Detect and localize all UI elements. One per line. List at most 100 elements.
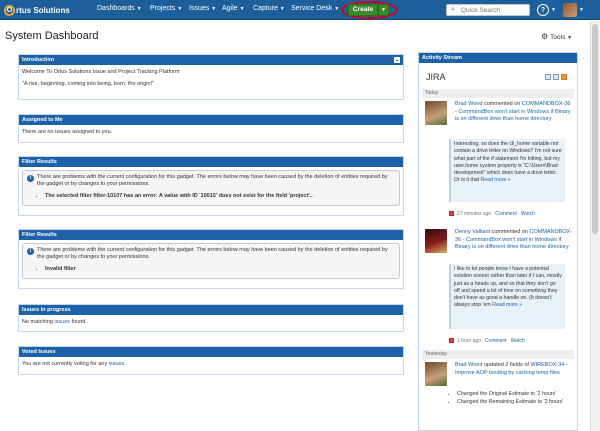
progress-text-end: found. [71, 319, 87, 325]
activity-entry-text: Brad Wood updated 2 fields of WIREBOX-34… [455, 362, 573, 377]
nav-label: Issues [189, 5, 210, 12]
gadget-header: Activity Stream [419, 53, 577, 63]
change-item: Changed the Remaining Estimate to '2 hou… [457, 399, 567, 407]
ortus-logo[interactable]: O rtus Solutions [4, 3, 70, 17]
chevron-down-icon: ▼ [211, 6, 217, 12]
gadget-title: Filter Results [22, 159, 57, 165]
activity-action: commented on [483, 101, 521, 107]
tools-menu[interactable]: ⚙ Tools ▼ [541, 32, 572, 41]
watch-link[interactable]: Watch [511, 338, 525, 344]
day-separator-yesterday: Yesterday [422, 350, 574, 359]
rss-icon[interactable] [561, 74, 567, 80]
activity-view-icons [545, 74, 567, 80]
top-navigation-bar: O rtus Solutions Dashboards ▼ Projects ▼ I… [0, 0, 600, 20]
gadget-title: Introduction [22, 57, 55, 63]
gear-icon: ⚙ [541, 32, 549, 41]
gadget-header: Introduction [19, 55, 403, 65]
warning-message: There are problems with the current conf… [37, 174, 388, 187]
intro-quote-text: "A rise, beginning, coming into being, b… [22, 81, 155, 87]
user-avatar[interactable] [563, 3, 577, 17]
nav-label: Dashboards [97, 5, 135, 12]
activity-user-link[interactable]: Brad Wood [455, 101, 482, 107]
quick-search-input[interactable] [461, 6, 527, 15]
nav-agile[interactable]: Agile ▼ [222, 5, 245, 12]
activity-time: 27 minutes ago [457, 211, 492, 217]
chevron-down-icon: ▼ [334, 6, 340, 12]
gadget-header: Filter Results [19, 230, 403, 240]
activity-comment-quote: I like to let people know I have a poten… [449, 264, 565, 329]
create-button[interactable]: Create [348, 4, 378, 16]
quick-search[interactable]: ⌕ [446, 4, 530, 16]
day-separator-today: Today [422, 89, 574, 98]
nav-label: Projects [150, 5, 176, 12]
help-button[interactable]: ? [537, 4, 549, 16]
info-icon: i [27, 248, 34, 255]
gadget-header: Issues in progress [19, 305, 403, 315]
comment-link[interactable]: Comment [495, 211, 517, 217]
chevron-down-icon[interactable]: ▼ [579, 7, 584, 13]
warning-error-item: Invalid filter [45, 266, 395, 273]
nav-projects[interactable]: Projects ▼ [150, 5, 182, 12]
gadget-warning-box: i There are problems with the current co… [22, 243, 400, 279]
gadget-issues-in-progress: Issues in progress No matching issues fo… [18, 304, 404, 332]
gadget-voted-issues: Voted Issues You are not currently votin… [18, 346, 404, 375]
chevron-down-icon: ▼ [177, 6, 183, 12]
nav-dashboards[interactable]: Dashboards ▼ [97, 5, 142, 12]
chevron-down-icon: ▼ [136, 6, 142, 12]
issues-link[interactable]: issues [109, 361, 125, 367]
gadget-filter-results-1: Filter Results i There are problems with… [18, 156, 404, 216]
read-more-link[interactable]: Read more » [492, 302, 522, 308]
issue-type-icon [449, 338, 454, 343]
chevron-down-icon: ▼ [239, 6, 245, 12]
gadget-body: You are not currently voting for any iss… [19, 357, 403, 371]
watch-link[interactable]: Watch [521, 211, 535, 217]
activity-user-link[interactable]: Brad Wood [455, 362, 482, 368]
grid-view-icon[interactable] [553, 74, 559, 80]
activity-stream-gadget: Activity Stream JIRA Today Brad Wood com… [418, 52, 578, 431]
nav-capture[interactable]: Capture ▼ [253, 5, 285, 12]
gadget-body: There are no issues assigned to you. [19, 125, 403, 139]
activity-user-link[interactable]: Denny Valliant [455, 229, 490, 235]
gadget-assigned-to-me: Assigned to Me There are no issues assig… [18, 114, 404, 143]
info-icon: i [27, 175, 34, 182]
issues-link[interactable]: issues [54, 319, 70, 325]
intro-welcome-text: Welcome To Ortus Solutions Issue and Pro… [22, 69, 180, 75]
minimize-icon[interactable] [394, 57, 400, 63]
create-dropdown-button[interactable]: ▼ [378, 4, 389, 16]
activity-comment-quote: Interesting, so does the cli_home variab… [449, 139, 565, 202]
chevron-down-icon[interactable]: ▼ [551, 7, 556, 13]
chevron-down-icon: ▼ [279, 6, 285, 12]
gadget-warning-box: i There are problems with the current co… [22, 170, 400, 206]
nav-label: Capture [253, 5, 278, 12]
logo-mark: O [4, 4, 15, 16]
gadget-title: Issues in progress [22, 307, 71, 313]
nav-label: Service Desk [291, 5, 333, 12]
gadget-body: Welcome To Ortus Solutions Issue and Pro… [19, 65, 403, 91]
avatar[interactable] [425, 362, 447, 386]
avatar[interactable] [425, 101, 447, 125]
page-scrollbar-thumb[interactable] [592, 24, 598, 234]
activity-meta: 1 hour ago Comment Watch [449, 338, 567, 344]
activity-action: updated 2 fields of [483, 362, 529, 368]
gadget-body: No matching issues found. [19, 315, 403, 329]
list-view-icon[interactable] [545, 74, 551, 80]
activity-entry-text: Denny Valliant commented on COMMANDBOX-3… [455, 229, 573, 252]
avatar[interactable] [425, 229, 447, 253]
voted-text: You are not currently voting for any [22, 361, 108, 367]
warning-error-item: The selected filter filter-10107 has an … [45, 193, 395, 200]
assigned-empty-text: There are no issues assigned to you. [22, 129, 113, 135]
chevron-down-icon: ▼ [567, 35, 573, 41]
activity-action: commented on [491, 229, 528, 235]
read-more-link[interactable]: Read more » [481, 177, 511, 183]
gadget-header: Filter Results [19, 157, 403, 167]
activity-changes: Changed the Original Estimate to '2 hour… [449, 391, 567, 406]
activity-time: 1 hour ago [457, 338, 481, 344]
progress-text: No matching [22, 319, 53, 325]
comment-link[interactable]: Comment [485, 338, 507, 344]
logo-text: rtus Solutions [16, 5, 70, 15]
voted-text-end: . [124, 361, 126, 367]
activity-entry-text: Brad Wood commented on COMMANDBOX-36 - C… [455, 101, 573, 124]
nav-issues[interactable]: Issues ▼ [189, 5, 216, 12]
nav-service-desk[interactable]: Service Desk ▼ [291, 5, 339, 12]
page-title: System Dashboard [5, 30, 99, 42]
